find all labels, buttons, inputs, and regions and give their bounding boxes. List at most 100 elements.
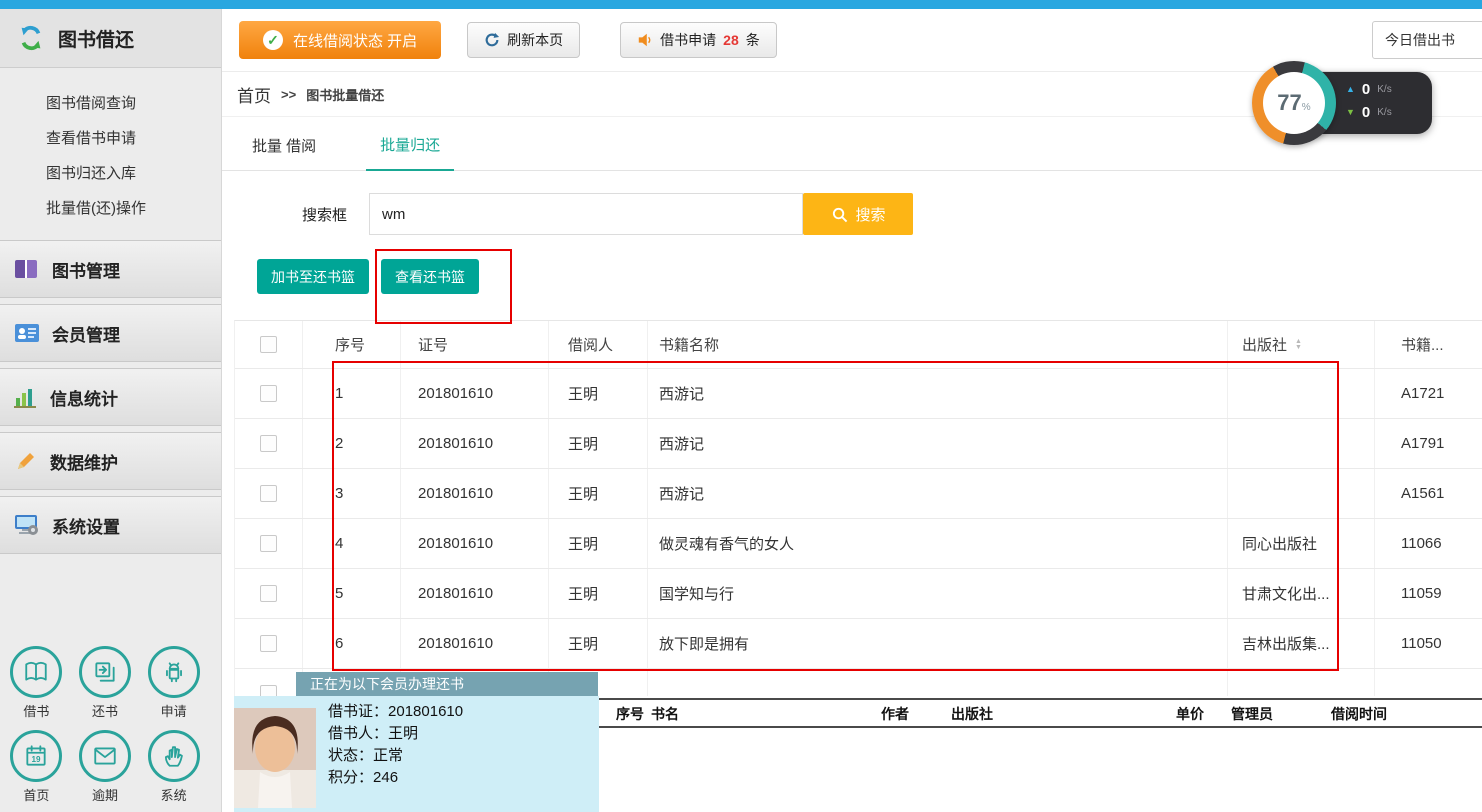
sidebar-section-system-settings[interactable]: 系统设置 xyxy=(0,496,221,554)
cell-card: 201801610 xyxy=(401,619,549,668)
gauge-value: 77 % xyxy=(1263,72,1325,134)
header-card: 证号 xyxy=(401,321,549,368)
apply-count: 28 xyxy=(723,32,739,48)
select-all-cell xyxy=(235,321,303,368)
shortcut-borrow-book[interactable]: 借书 xyxy=(2,646,71,720)
shortcut-overdue[interactable]: 逾期 xyxy=(71,730,140,804)
search-row: 搜索框 搜索 xyxy=(222,193,1482,235)
sidebar-section-book-management[interactable]: 图书管理 xyxy=(0,240,221,298)
search-button-label: 搜索 xyxy=(855,206,886,224)
sidebar-section-data-maintenance[interactable]: 数据维护 xyxy=(0,432,221,490)
shortcut-return-book[interactable]: 还书 xyxy=(71,646,140,720)
row-checkbox[interactable] xyxy=(260,585,277,602)
up-arrow-icon: ▲ xyxy=(1346,84,1355,94)
table-row: 4 201801610 王明 做灵魂有香气的女人 同心出版社 11066 xyxy=(235,519,1482,569)
search-button[interactable]: 搜索 xyxy=(803,193,914,235)
cell-borrower: 王明 xyxy=(549,369,648,418)
cell-title: 西游记 xyxy=(648,469,1228,518)
table-row: 1 201801610 王明 西游记 A1721 xyxy=(235,369,1482,419)
refresh-page-button[interactable]: 刷新本页 xyxy=(467,22,581,58)
svg-text:19: 19 xyxy=(32,755,42,764)
cell-borrower: 王明 xyxy=(549,519,648,568)
android-icon xyxy=(147,646,200,698)
cell-seq: 3 xyxy=(303,469,401,518)
member-name-line: 借书人：王明 xyxy=(328,723,463,745)
sidebar-item-view-applications[interactable]: 查看借书申请 xyxy=(0,121,221,156)
cell-publisher: 同心出版社 xyxy=(1228,519,1375,568)
sidebar-section-label: 会员管理 xyxy=(52,325,120,345)
sidebar-section-label: 图书管理 xyxy=(52,261,120,281)
breadcrumb-home[interactable]: 首页 xyxy=(237,82,271,107)
return-header-time: 借阅时间 xyxy=(1331,706,1387,722)
tab-batch-borrow[interactable]: 批量 借阅 xyxy=(238,135,330,170)
cell-card: 201801610 xyxy=(401,469,549,518)
row-checkbox[interactable] xyxy=(260,385,277,402)
shortcut-label: 首页 xyxy=(23,788,50,803)
cell-card: 201801610 xyxy=(401,569,549,618)
return-header-publisher: 出版社 xyxy=(951,706,993,722)
row-checkbox[interactable] xyxy=(260,635,277,652)
sync-arrows-icon xyxy=(16,23,46,53)
return-table-header: 序号 书名 作者 出版社 单价 管理员 借阅时间 xyxy=(599,698,1482,728)
cell-publisher: 甘肃文化出... xyxy=(1228,569,1375,618)
add-to-return-basket-button[interactable]: 加书至还书篮 xyxy=(257,259,369,294)
shortcut-system[interactable]: 系统 xyxy=(139,730,208,804)
search-input[interactable] xyxy=(369,193,804,235)
sort-icon[interactable]: ▲ ▼ xyxy=(1295,338,1302,351)
return-header-seq: 序号 xyxy=(616,706,644,722)
shortcut-apply[interactable]: 申请 xyxy=(139,646,208,720)
shortcut-home[interactable]: 19 首页 xyxy=(2,730,71,804)
return-book-icon xyxy=(78,646,131,698)
books-table: 序号 证号 借阅人 书籍名称 出版社 ▲ ▼ 书籍... 1 201801610 … xyxy=(234,320,1482,719)
member-card-value: 201801610 xyxy=(388,703,464,720)
cell-publisher xyxy=(1228,369,1375,418)
borrow-applications-button[interactable]: 借书申请 28 条 xyxy=(620,22,777,58)
member-status-value: 正常 xyxy=(373,747,404,764)
online-status-label: 在线借阅状态 开启 xyxy=(293,32,418,50)
return-header-admin: 管理员 xyxy=(1231,706,1273,722)
cell-title: 放下即是拥有 xyxy=(648,619,1228,668)
tab-batch-return[interactable]: 批量归还 xyxy=(366,134,455,171)
table-row: 6 201801610 王明 放下即是拥有 吉林出版集... 11050 xyxy=(235,619,1482,669)
check-icon: ✓ xyxy=(263,30,283,50)
sidebar-section-label: 数据维护 xyxy=(50,453,118,473)
member-points-line: 积分：246 xyxy=(328,767,463,789)
cell-code: 11066 xyxy=(1375,519,1482,568)
view-return-basket-button[interactable]: 查看还书篮 xyxy=(381,259,479,294)
member-points-label: 积分： xyxy=(328,769,374,786)
gear-icon xyxy=(14,513,40,537)
header-borrower: 借阅人 xyxy=(549,321,648,368)
sidebar-item-batch-operation[interactable]: 批量借(还)操作 xyxy=(0,191,221,226)
member-name-label: 借书人： xyxy=(328,725,389,742)
table-row: 3 201801610 王明 西游记 A1561 xyxy=(235,469,1482,519)
sidebar-section-statistics[interactable]: 信息统计 xyxy=(0,368,221,426)
return-header-title: 书名 xyxy=(651,706,679,722)
row-checkbox[interactable] xyxy=(260,535,277,552)
gauge-percent: 77 xyxy=(1277,90,1302,115)
select-all-checkbox[interactable] xyxy=(260,336,277,353)
table-row: 2 201801610 王明 西游记 A1791 xyxy=(235,419,1482,469)
calendar-icon: 19 xyxy=(10,730,63,782)
top-blue-bar xyxy=(0,0,1482,9)
cell-code: 11059 xyxy=(1375,569,1482,618)
online-status-button[interactable]: ✓ 在线借阅状态 开启 xyxy=(239,21,442,59)
member-card-label: 借书证： xyxy=(328,703,389,720)
download-unit: K/s xyxy=(1377,107,1392,118)
borrow-book-icon xyxy=(10,646,63,698)
cell-publisher xyxy=(1228,469,1375,518)
app-window: 图书借还 图书借阅查询 查看借书申请 图书归还入库 批量借(还)操作 图书管理 xyxy=(0,0,1482,812)
header-code: 书籍... xyxy=(1375,321,1482,368)
row-checkbox[interactable] xyxy=(260,435,277,452)
sidebar-item-return-storage[interactable]: 图书归还入库 xyxy=(0,156,221,191)
network-monitor-widget: 77 % ▲ 0 K/s ▼ 0 K/s xyxy=(1252,61,1432,145)
gauge-percent-unit: % xyxy=(1301,101,1311,113)
cell-seq: 1 xyxy=(303,369,401,418)
today-lent-box[interactable]: 今日借出书 xyxy=(1372,21,1482,59)
sidebar-title: 图书借还 xyxy=(58,29,135,51)
row-checkbox[interactable] xyxy=(260,485,277,502)
cell-card: 201801610 xyxy=(401,519,549,568)
sidebar-section-member-management[interactable]: 会员管理 xyxy=(0,304,221,362)
sidebar-item-borrow-query[interactable]: 图书借阅查询 xyxy=(0,86,221,121)
member-details: 借书证：201801610 借书人：王明 状态：正常 积分：246 xyxy=(328,701,463,789)
refresh-label: 刷新本页 xyxy=(507,32,564,48)
